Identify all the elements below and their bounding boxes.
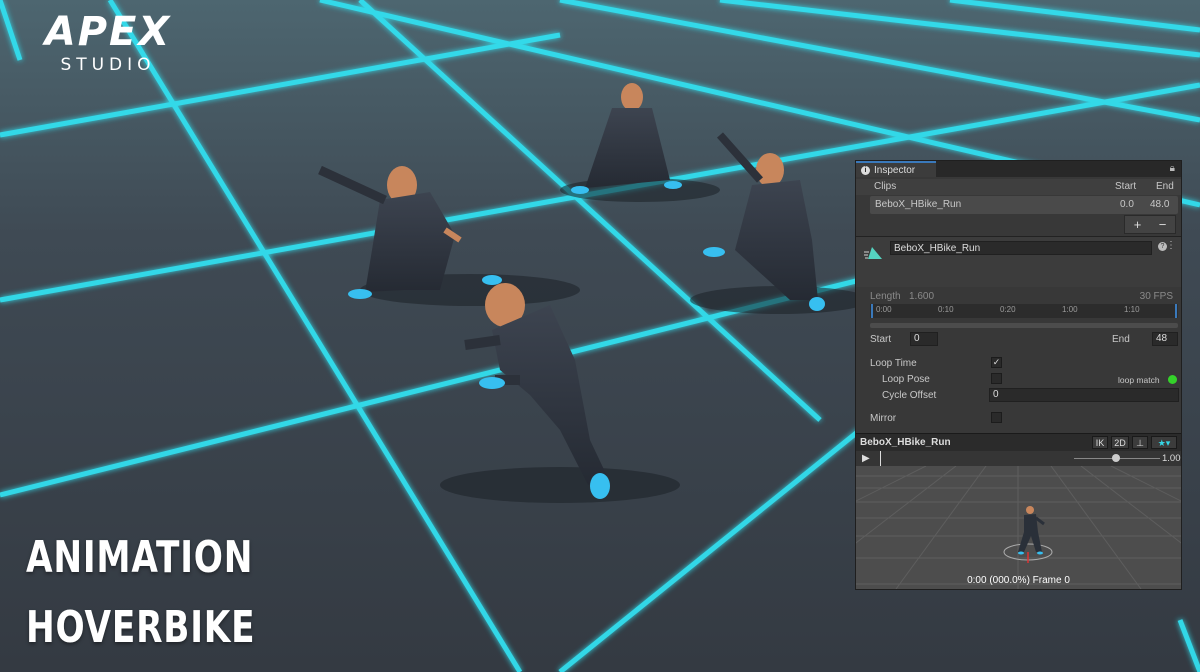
length-label: Length xyxy=(870,291,901,302)
add-clip-button[interactable]: + xyxy=(1134,217,1142,232)
timeline-ruler[interactable]: 0:00 0:10 0:20 1:00 1:10 xyxy=(870,304,1178,318)
timeline-tick-label: 0:00 xyxy=(876,305,892,314)
cycle-offset-field[interactable]: 0 xyxy=(989,388,1179,402)
preview-clip-name: BeboX_HBike_Run xyxy=(860,437,951,448)
kebab-icon[interactable]: ⋮ xyxy=(1166,240,1176,251)
timeline-tick-label: 0:10 xyxy=(938,305,954,314)
mirror-checkbox[interactable] xyxy=(991,412,1002,423)
inspector-panel: i Inspector 🔒︎ Clips Start End BeboX_HBi… xyxy=(855,160,1182,590)
speed-slider-handle[interactable] xyxy=(1112,454,1120,462)
loop-match-indicator-icon xyxy=(1168,375,1177,384)
preview-playback-row: ▶ 1.00 xyxy=(856,451,1181,466)
start-field[interactable]: 0 xyxy=(910,332,938,346)
clips-start-header: Start xyxy=(1115,181,1137,192)
playhead-icon[interactable] xyxy=(880,451,881,466)
pivot-toggle-icon[interactable]: ⊥ xyxy=(1132,436,1148,449)
apex-studio-logo: APEX STUDIO xyxy=(28,10,188,74)
timeline-tick-label: 1:10 xyxy=(1124,305,1140,314)
logo-wordmark: APEX xyxy=(44,9,172,55)
clip-name: BeboX_HBike_Run xyxy=(875,199,962,210)
clips-header-label: Clips xyxy=(874,181,897,192)
cycle-offset-label: Cycle Offset xyxy=(882,390,937,401)
promo-title-line1: ANIMATION xyxy=(26,532,254,583)
preview-grid xyxy=(856,466,1181,589)
frame-readout: 0:00 (000.0%) Frame 0 xyxy=(967,575,1070,586)
clip-start: 0.0 xyxy=(1120,199,1134,210)
animation-name-field[interactable]: BeboX_HBike_Run xyxy=(890,241,1152,255)
start-label: Start xyxy=(870,334,892,345)
ik-toggle-button[interactable]: IK xyxy=(1092,436,1108,449)
2d-toggle-button[interactable]: 2D xyxy=(1111,436,1129,449)
loop-time-checkbox[interactable]: ✓ xyxy=(991,357,1002,368)
remove-clip-button[interactable]: − xyxy=(1159,217,1167,232)
animation-clip-icon xyxy=(864,247,882,259)
preview-viewport[interactable]: 0:00 (000.0%) Frame 0 xyxy=(856,466,1181,589)
end-label: End xyxy=(1112,334,1130,345)
promo-title-line2: HOVERBIKE xyxy=(26,602,256,653)
animation-header: BeboX_HBike_Run ? ⋮ xyxy=(856,237,1181,287)
loop-time-label: Loop Time xyxy=(870,358,917,369)
clip-add-remove: + − xyxy=(1124,215,1176,234)
lock-icon[interactable]: 🔒︎ xyxy=(1170,163,1175,174)
logo-subtitle: STUDIO xyxy=(60,55,156,75)
loop-match-label: loop match xyxy=(1118,375,1160,385)
length-value: 1.600 xyxy=(909,291,935,302)
tab-label: Inspector xyxy=(874,164,916,176)
avatar-selector-icon[interactable]: ★▾ xyxy=(1151,436,1177,449)
range-scrubber[interactable] xyxy=(870,323,1178,328)
play-icon[interactable]: ▶ xyxy=(862,453,870,464)
tab-inspector[interactable]: i Inspector xyxy=(856,161,936,177)
mirror-label: Mirror xyxy=(870,413,897,424)
timeline-tick-label: 1:00 xyxy=(1062,305,1078,314)
info-icon: i xyxy=(861,165,870,175)
inspector-tabbar: i Inspector 🔒︎ xyxy=(856,161,1181,177)
loop-pose-label: Loop Pose xyxy=(882,374,930,385)
end-marker-icon[interactable] xyxy=(1175,304,1177,318)
clip-end: 48.0 xyxy=(1150,199,1170,210)
loop-pose-checkbox[interactable] xyxy=(991,373,1002,384)
end-field[interactable]: 48 xyxy=(1152,332,1178,346)
timeline-tick-label: 0:20 xyxy=(1000,305,1016,314)
clip-row[interactable]: BeboX_HBike_Run 0.0 48.0 xyxy=(870,196,1178,214)
fps-value: 30 FPS xyxy=(1139,291,1173,302)
clips-end-header: End xyxy=(1156,181,1174,192)
preview-toolbar: BeboX_HBike_Run IK 2D ⊥ ★▾ xyxy=(856,433,1181,451)
start-marker-icon[interactable] xyxy=(871,304,873,318)
speed-value: 1.00 xyxy=(1162,453,1181,464)
clip-list-item[interactable]: BeboX_HBike_Run 0.0 48.0 xyxy=(856,196,1181,214)
clips-header: Clips Start End xyxy=(856,179,1181,195)
